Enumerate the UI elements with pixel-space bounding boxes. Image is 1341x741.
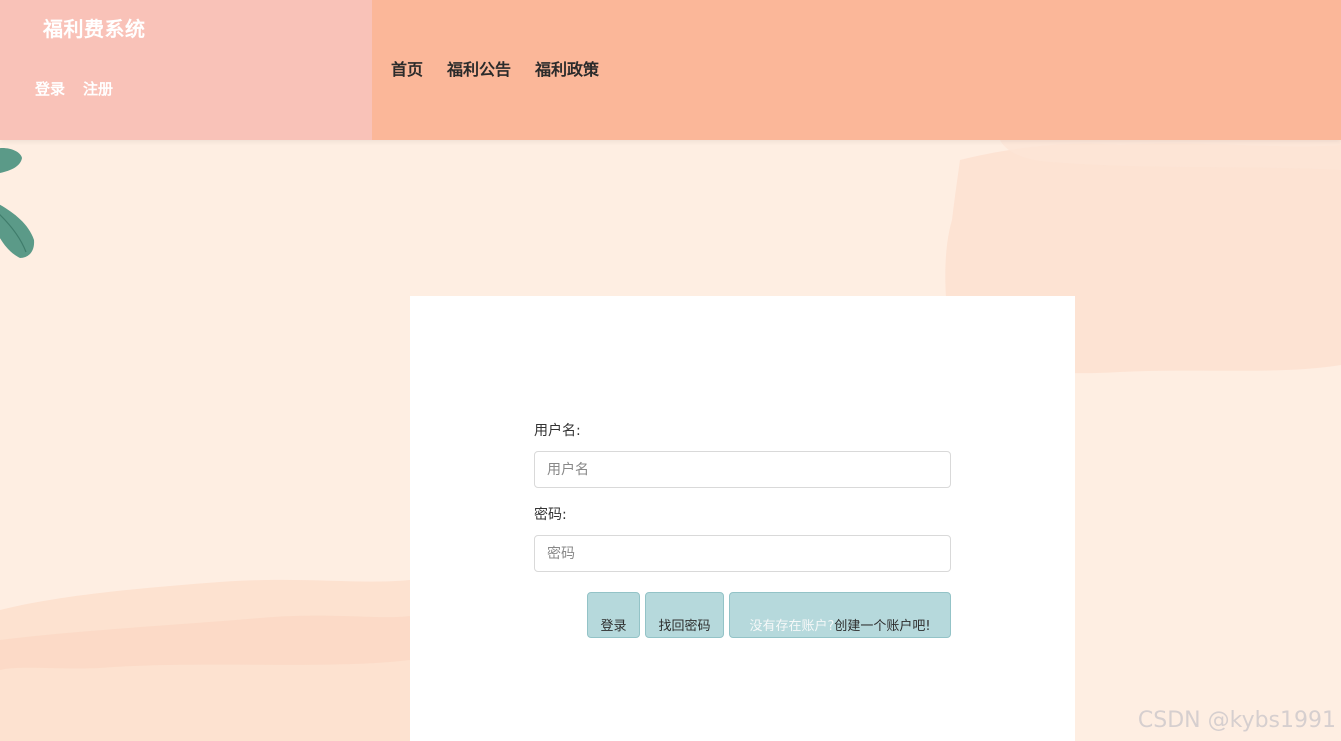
main-nav: 首页 福利公告 福利政策 bbox=[391, 56, 599, 80]
auth-links: 登录 注册 bbox=[35, 78, 113, 99]
password-label: 密码: bbox=[534, 507, 567, 523]
username-group: 用户名: bbox=[534, 421, 951, 488]
login-form: 用户名: 密码: 登录 找回密码 没有存在账户?创建一个账户吧! bbox=[534, 421, 951, 638]
form-actions: 登录 找回密码 没有存在账户?创建一个账户吧! bbox=[534, 592, 951, 638]
forgot-password-button[interactable]: 找回密码 bbox=[645, 592, 724, 638]
brand-panel: 福利费系统 登录 注册 bbox=[0, 0, 372, 140]
login-button[interactable]: 登录 bbox=[587, 592, 640, 638]
username-input[interactable] bbox=[534, 451, 951, 488]
nav-home[interactable]: 首页 bbox=[391, 56, 423, 80]
password-input[interactable] bbox=[534, 535, 951, 572]
register-action-text: 创建一个账户吧! bbox=[834, 618, 931, 634]
register-button[interactable]: 没有存在账户?创建一个账户吧! bbox=[729, 592, 951, 638]
username-label: 用户名: bbox=[534, 423, 581, 439]
register-prefix-text: 没有存在账户? bbox=[749, 618, 835, 634]
login-card: 用户名: 密码: 登录 找回密码 没有存在账户?创建一个账户吧! bbox=[410, 296, 1075, 741]
header-register-link[interactable]: 注册 bbox=[83, 78, 113, 99]
nav-welfare-announcements[interactable]: 福利公告 bbox=[447, 56, 511, 80]
leaf-decoration-icon bbox=[0, 148, 35, 258]
brand-title: 福利费系统 bbox=[43, 17, 146, 41]
top-header: 福利费系统 登录 注册 首页 福利公告 福利政策 bbox=[0, 0, 1341, 140]
nav-panel: 首页 福利公告 福利政策 bbox=[372, 0, 1341, 140]
nav-welfare-policies[interactable]: 福利政策 bbox=[535, 56, 599, 80]
watermark: CSDN @kybs1991 bbox=[1137, 708, 1336, 733]
password-group: 密码: bbox=[534, 505, 951, 572]
header-login-link[interactable]: 登录 bbox=[35, 78, 65, 99]
